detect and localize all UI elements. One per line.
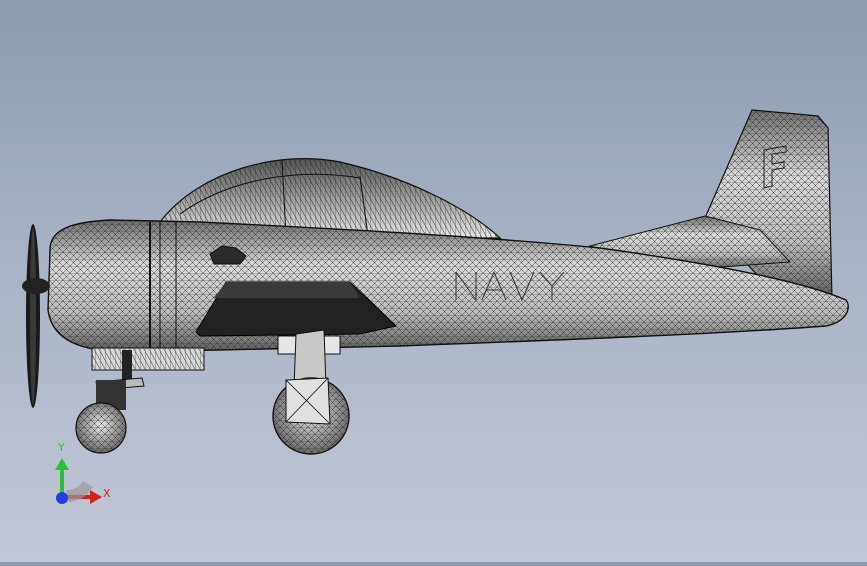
propeller [22,224,50,408]
x-axis-label: X [103,487,111,500]
main-landing-gear [272,329,350,455]
z-axis-dot [56,492,68,504]
graphics-viewport[interactable]: Y X [0,0,867,562]
x-axis-arrow [90,490,102,504]
coordinate-triad [55,458,102,504]
y-axis-arrow [55,458,69,470]
nose-landing-gear [75,347,205,454]
model-view[interactable] [0,0,867,562]
y-axis-label: Y [58,441,65,454]
